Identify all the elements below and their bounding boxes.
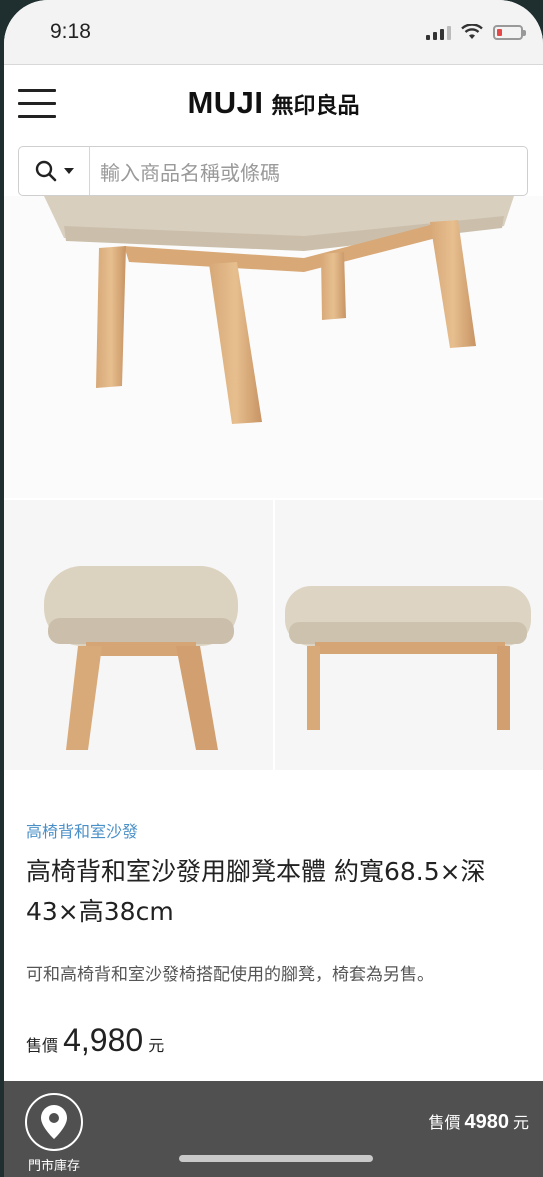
bottom-price-label: 售價 bbox=[428, 1113, 461, 1132]
muji-logo[interactable]: MUJI 無印良品 bbox=[4, 85, 543, 121]
price-value: 4,980 bbox=[63, 1022, 144, 1058]
product-gallery bbox=[4, 500, 543, 770]
search-input[interactable]: 輸入商品名稱或條碼 bbox=[90, 157, 280, 186]
product-description: 可和高椅背和室沙發椅搭配使用的腳凳，椅套為另售。 bbox=[26, 965, 434, 985]
store-inventory-button[interactable]: 門市庫存 bbox=[24, 1093, 84, 1174]
product-price: 售價 4,980 元 bbox=[26, 1022, 164, 1059]
signal-icon bbox=[426, 24, 451, 40]
home-indicator[interactable] bbox=[179, 1155, 373, 1162]
status-time: 9:18 bbox=[50, 20, 91, 43]
bottom-price-value: 4980 bbox=[464, 1111, 509, 1133]
store-inventory-label: 門市庫存 bbox=[27, 1159, 80, 1174]
battery-icon bbox=[493, 24, 526, 40]
product-hero-image[interactable] bbox=[4, 196, 543, 498]
wifi-icon bbox=[461, 24, 483, 39]
logo-text-zh: 無印良品 bbox=[271, 94, 360, 119]
search-scope-dropdown[interactable] bbox=[19, 147, 90, 195]
logo-text-en: MUJI bbox=[187, 85, 264, 120]
gallery-image-front[interactable] bbox=[274, 500, 543, 770]
search-bar: 輸入商品名稱或條碼 bbox=[18, 146, 528, 196]
gallery-image-side[interactable] bbox=[4, 500, 273, 770]
location-pin-icon bbox=[25, 1093, 83, 1151]
phone-screen: 9:18 MUJI 無印良品 輸入商品名稱或條碼 高椅背和室沙發 高椅背和室沙發… bbox=[4, 0, 543, 1177]
bottom-bar: 門市庫存 售價 4980 元 bbox=[4, 1081, 543, 1177]
price-label: 售價 bbox=[26, 1036, 59, 1055]
footstool-hero-illustration bbox=[44, 196, 514, 424]
search-icon bbox=[35, 160, 57, 182]
product-category-link[interactable]: 高椅背和室沙發 bbox=[26, 818, 138, 842]
footstool-side-illustration bbox=[44, 566, 238, 750]
product-info: 高椅背和室沙發 高椅背和室沙發用腳凳本體 約寬68.5×深43×高38cm 可和… bbox=[4, 770, 543, 1080]
footstool-front-illustration bbox=[284, 586, 531, 730]
status-icons bbox=[426, 24, 526, 40]
app-header: MUJI 無印良品 bbox=[4, 65, 543, 145]
chevron-down-icon bbox=[64, 168, 74, 174]
status-bar: 9:18 bbox=[4, 0, 543, 65]
bottom-price-unit: 元 bbox=[512, 1113, 529, 1132]
price-unit: 元 bbox=[148, 1036, 165, 1055]
product-title: 高椅背和室沙發用腳凳本體 約寬68.5×深43×高38cm bbox=[26, 857, 486, 926]
bottom-price: 售價 4980 元 bbox=[428, 1109, 529, 1134]
